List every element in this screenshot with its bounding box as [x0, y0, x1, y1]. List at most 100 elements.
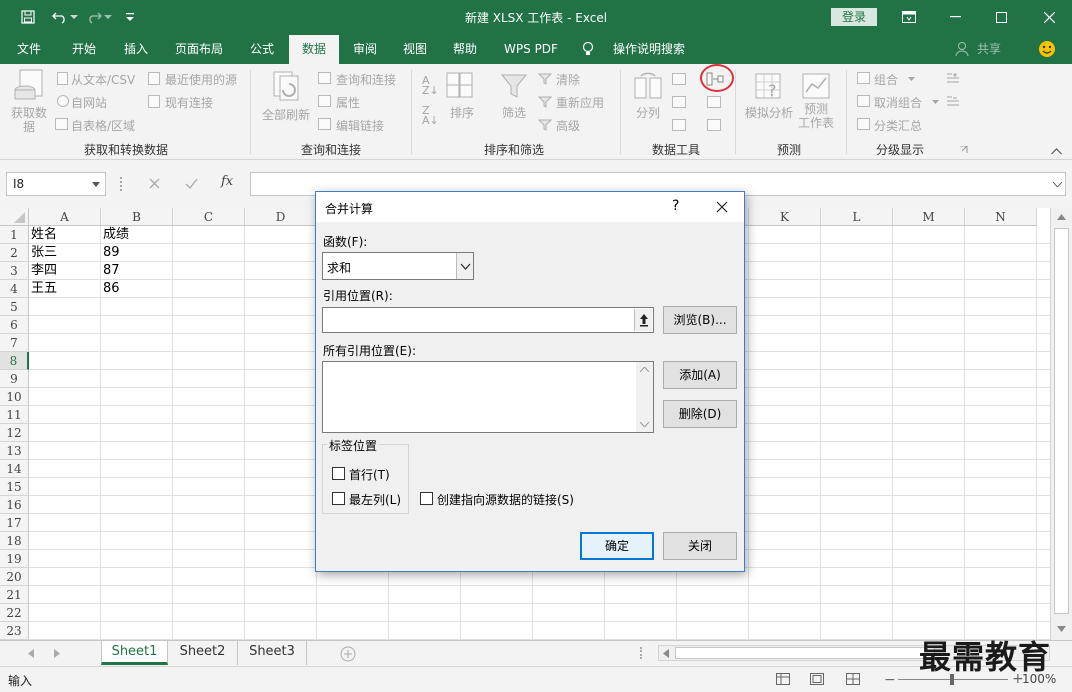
cell-b2[interactable]: 89 [101, 244, 120, 262]
sort-desc-icon[interactable]: Z A↓ [422, 105, 439, 126]
scroll-up-icon[interactable] [1057, 214, 1066, 220]
group-button[interactable]: 组合 [874, 71, 898, 88]
lightbulb-icon[interactable] [582, 34, 600, 64]
cell-a3[interactable]: 李四 [29, 262, 57, 280]
row-header-3[interactable]: 3 [0, 262, 29, 280]
tab-split-dots-icon[interactable] [640, 647, 642, 659]
first-row-label[interactable]: 首行(T) [349, 466, 390, 483]
collapse-ribbon-icon[interactable] [1051, 148, 1062, 155]
first-row-checkbox[interactable] [332, 467, 345, 480]
zoom-out-icon[interactable]: − [884, 672, 896, 688]
row-header-19[interactable]: 19 [0, 550, 29, 568]
column-header-n[interactable]: N [965, 208, 1037, 226]
remove-duplicates-icon[interactable] [672, 96, 686, 108]
prev-sheet-icon[interactable] [28, 649, 34, 658]
insert-function-button[interactable]: fx [221, 174, 233, 189]
row-header-20[interactable]: 20 [0, 568, 29, 586]
tab-view[interactable]: 视图 [394, 34, 436, 64]
expand-formula-bar-icon[interactable] [1053, 182, 1062, 187]
user-icon[interactable] [955, 34, 973, 64]
customize-quick-access-icon[interactable] [120, 7, 140, 27]
horizontal-scroll-thumb[interactable] [675, 647, 935, 659]
redo-dropdown-icon[interactable] [102, 7, 114, 27]
ribbon-display-options-icon[interactable] [886, 0, 932, 34]
tab-home[interactable]: 开始 [62, 34, 106, 64]
row-header-22[interactable]: 22 [0, 604, 29, 622]
save-icon[interactable] [18, 7, 38, 27]
column-header-l[interactable]: L [821, 208, 893, 226]
dialog-close-icon[interactable] [716, 201, 728, 213]
row-header-14[interactable]: 14 [0, 460, 29, 478]
what-if-analysis-button[interactable]: ? 模拟分析 [742, 72, 796, 136]
left-column-label[interactable]: 最左列(L) [349, 491, 401, 508]
row-header-21[interactable]: 21 [0, 586, 29, 604]
sheet-tab-sheet3[interactable]: Sheet3 [238, 641, 307, 665]
row-header-17[interactable]: 17 [0, 514, 29, 532]
ungroup-dropdown-icon[interactable] [932, 100, 939, 104]
tab-wps-pdf[interactable]: WPS PDF [497, 34, 565, 64]
from-text-csv-button[interactable]: 从文本/CSV [71, 71, 135, 88]
minimize-icon[interactable] [932, 0, 978, 34]
flash-fill-icon[interactable] [672, 73, 686, 85]
column-header-c[interactable]: C [173, 208, 245, 226]
tab-file[interactable]: 文件 [6, 34, 52, 64]
function-dropdown-button[interactable] [456, 253, 473, 279]
name-box-dropdown-icon[interactable] [92, 182, 100, 187]
delete-button[interactable]: 删除(D) [663, 400, 737, 428]
sheet-tab-sheet1[interactable]: Sheet1 [101, 641, 168, 665]
sheet-tab-sheet2[interactable]: Sheet2 [168, 641, 238, 665]
browse-button[interactable]: 浏览(B)... [663, 306, 737, 334]
left-column-checkbox[interactable] [332, 492, 345, 505]
clear-button[interactable]: 清除 [556, 71, 580, 88]
ungroup-button[interactable]: 取消组合 [874, 94, 922, 111]
share-button[interactable]: 共享 [974, 34, 1004, 64]
list-scroll-up-icon[interactable] [640, 367, 649, 372]
reference-input[interactable] [322, 307, 654, 333]
list-scroll-down-icon[interactable] [640, 422, 649, 427]
refresh-all-button[interactable]: 全部刷新 [260, 70, 312, 130]
create-links-checkbox[interactable] [420, 492, 433, 505]
sort-button[interactable]: 排序 [446, 72, 478, 132]
row-header-13[interactable]: 13 [0, 442, 29, 460]
row-header-16[interactable]: 16 [0, 496, 29, 514]
function-select[interactable]: 求和 [322, 252, 474, 280]
maximize-icon[interactable] [978, 0, 1024, 34]
cancel-entry-icon[interactable] [149, 178, 160, 189]
forecast-sheet-button[interactable]: 预测 工作表 [796, 72, 836, 136]
filter-button[interactable]: 筛选 [498, 72, 530, 132]
tell-me-search[interactable]: 操作说明搜索 [606, 34, 692, 64]
row-header-10[interactable]: 10 [0, 388, 29, 406]
smiley-feedback-icon[interactable] [1038, 34, 1058, 64]
group-dropdown-icon[interactable] [908, 77, 915, 81]
row-header-4[interactable]: 4 [0, 280, 29, 298]
zoom-slider[interactable] [898, 674, 1008, 685]
undo-dropdown-icon[interactable] [68, 7, 80, 27]
add-sheet-icon[interactable] [340, 646, 356, 662]
tab-page-layout[interactable]: 页面布局 [168, 34, 230, 64]
column-header-d[interactable]: D [245, 208, 317, 226]
row-header-6[interactable]: 6 [0, 316, 29, 334]
text-to-columns-button[interactable]: 分列 [630, 72, 666, 132]
tab-insert[interactable]: 插入 [114, 34, 158, 64]
row-header-15[interactable]: 15 [0, 478, 29, 496]
row-header-11[interactable]: 11 [0, 406, 29, 424]
close-button[interactable]: 关闭 [663, 532, 737, 560]
existing-connections-button[interactable]: 现有连接 [165, 94, 213, 111]
properties-button[interactable]: 属性 [336, 94, 360, 111]
vertical-scrollbar[interactable] [1050, 208, 1072, 640]
column-header-a[interactable]: A [29, 208, 101, 226]
row-header-23[interactable]: 23 [0, 622, 29, 640]
close-window-icon[interactable] [1026, 0, 1072, 34]
row-header-8[interactable]: 8 [0, 352, 29, 370]
row-header-1[interactable]: 1 [0, 226, 29, 244]
cell-a4[interactable]: 王五 [29, 280, 57, 298]
tab-help[interactable]: 帮助 [444, 34, 486, 64]
row-header-18[interactable]: 18 [0, 532, 29, 550]
redo-icon[interactable] [84, 7, 104, 27]
dialog-help-button[interactable]: ? [672, 198, 679, 214]
normal-view-icon[interactable] [776, 673, 790, 685]
advanced-button[interactable]: 高级 [556, 117, 580, 134]
row-header-5[interactable]: 5 [0, 298, 29, 316]
scroll-left-icon[interactable] [663, 649, 669, 658]
scroll-down-icon[interactable] [1057, 626, 1066, 632]
